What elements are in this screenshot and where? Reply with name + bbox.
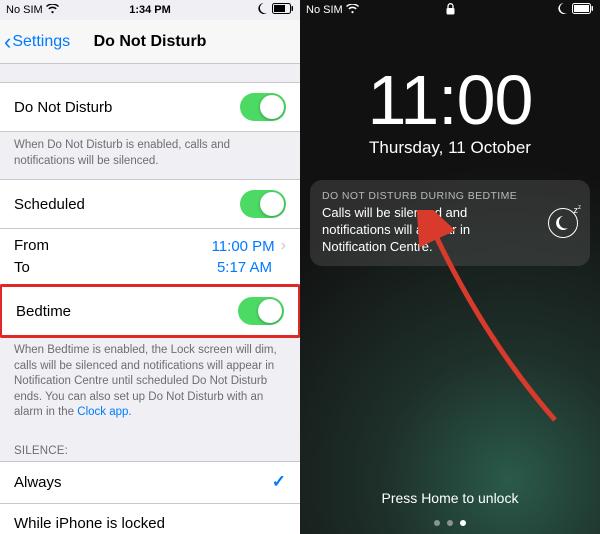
battery-icon xyxy=(272,3,294,17)
back-label: Settings xyxy=(12,33,70,51)
to-value: 5:17 AM xyxy=(217,259,272,276)
always-label: Always xyxy=(14,474,62,491)
row-schedule-times[interactable]: From 11:00 PM › To 5:17 AM xyxy=(0,228,300,285)
dnd-footer: When Do Not Disturb is enabled, calls an… xyxy=(0,132,300,179)
row-always[interactable]: Always ✓ xyxy=(0,461,300,503)
lock-screen: No SIM 11:00 Thursday, 11 October xyxy=(300,0,600,534)
notif-message: Calls will be silenced and notifications… xyxy=(322,205,538,256)
unlock-hint: Press Home to unlock xyxy=(300,490,600,506)
lock-date: Thursday, 11 October xyxy=(300,138,600,158)
dnd-label: Do Not Disturb xyxy=(14,99,112,116)
bedtime-toggle[interactable] xyxy=(238,297,284,325)
page-title: Do Not Disturb xyxy=(94,33,207,51)
lock-time: 11:00 xyxy=(300,60,600,140)
scheduled-toggle[interactable] xyxy=(240,190,286,218)
moon-icon xyxy=(558,3,569,17)
dnd-notification[interactable]: DO NOT DISTURB DURING BEDTIME Calls will… xyxy=(310,180,590,266)
bedtime-label: Bedtime xyxy=(16,303,71,320)
page-dot[interactable] xyxy=(447,520,453,526)
chevron-left-icon: ‹ xyxy=(4,31,11,53)
lock-icon xyxy=(446,3,455,18)
settings-screen: No SIM 1:34 PM ‹ Settings Do Not Disturb… xyxy=(0,0,300,534)
page-dot[interactable] xyxy=(434,520,440,526)
carrier-label: No SIM xyxy=(6,4,43,16)
settings-content: Do Not Disturb When Do Not Disturb is en… xyxy=(0,64,300,534)
page-dot-active[interactable] xyxy=(460,520,466,526)
from-value: 11:00 PM xyxy=(212,238,275,255)
lock-clock: 11:00 Thursday, 11 October xyxy=(300,60,600,158)
row-bedtime[interactable]: Bedtime xyxy=(2,287,298,335)
clock-app-link[interactable]: Clock app. xyxy=(77,406,131,418)
scheduled-label: Scheduled xyxy=(14,196,85,213)
nav-bar: ‹ Settings Do Not Disturb xyxy=(0,20,300,64)
notif-title: DO NOT DISTURB DURING BEDTIME xyxy=(322,190,538,202)
from-label: From xyxy=(14,237,49,255)
page-dots[interactable] xyxy=(300,520,600,526)
dnd-toggle[interactable] xyxy=(240,93,286,121)
moon-icon xyxy=(258,3,269,17)
bedtime-moon-icon: zz xyxy=(548,208,578,238)
chevron-right-icon: › xyxy=(281,237,286,255)
back-button[interactable]: ‹ Settings xyxy=(0,31,70,53)
row-scheduled[interactable]: Scheduled xyxy=(0,179,300,228)
status-bar: No SIM 1:34 PM xyxy=(0,0,300,20)
status-bar-lock: No SIM xyxy=(300,0,600,20)
while-locked-label: While iPhone is locked xyxy=(14,515,165,532)
wifi-icon xyxy=(46,4,59,17)
wifi-icon xyxy=(346,4,359,17)
silence-header: SILENCE: xyxy=(0,431,300,461)
carrier-label-lock: No SIM xyxy=(306,4,343,16)
battery-icon xyxy=(572,3,594,17)
row-dnd[interactable]: Do Not Disturb xyxy=(0,82,300,132)
check-icon: ✓ xyxy=(272,472,286,492)
bedtime-highlight: Bedtime xyxy=(0,284,300,338)
to-label: To xyxy=(14,259,30,276)
row-while-locked[interactable]: While iPhone is locked xyxy=(0,503,300,534)
status-time: 1:34 PM xyxy=(129,4,171,16)
bedtime-footer: When Bedtime is enabled, the Lock screen… xyxy=(0,337,300,431)
